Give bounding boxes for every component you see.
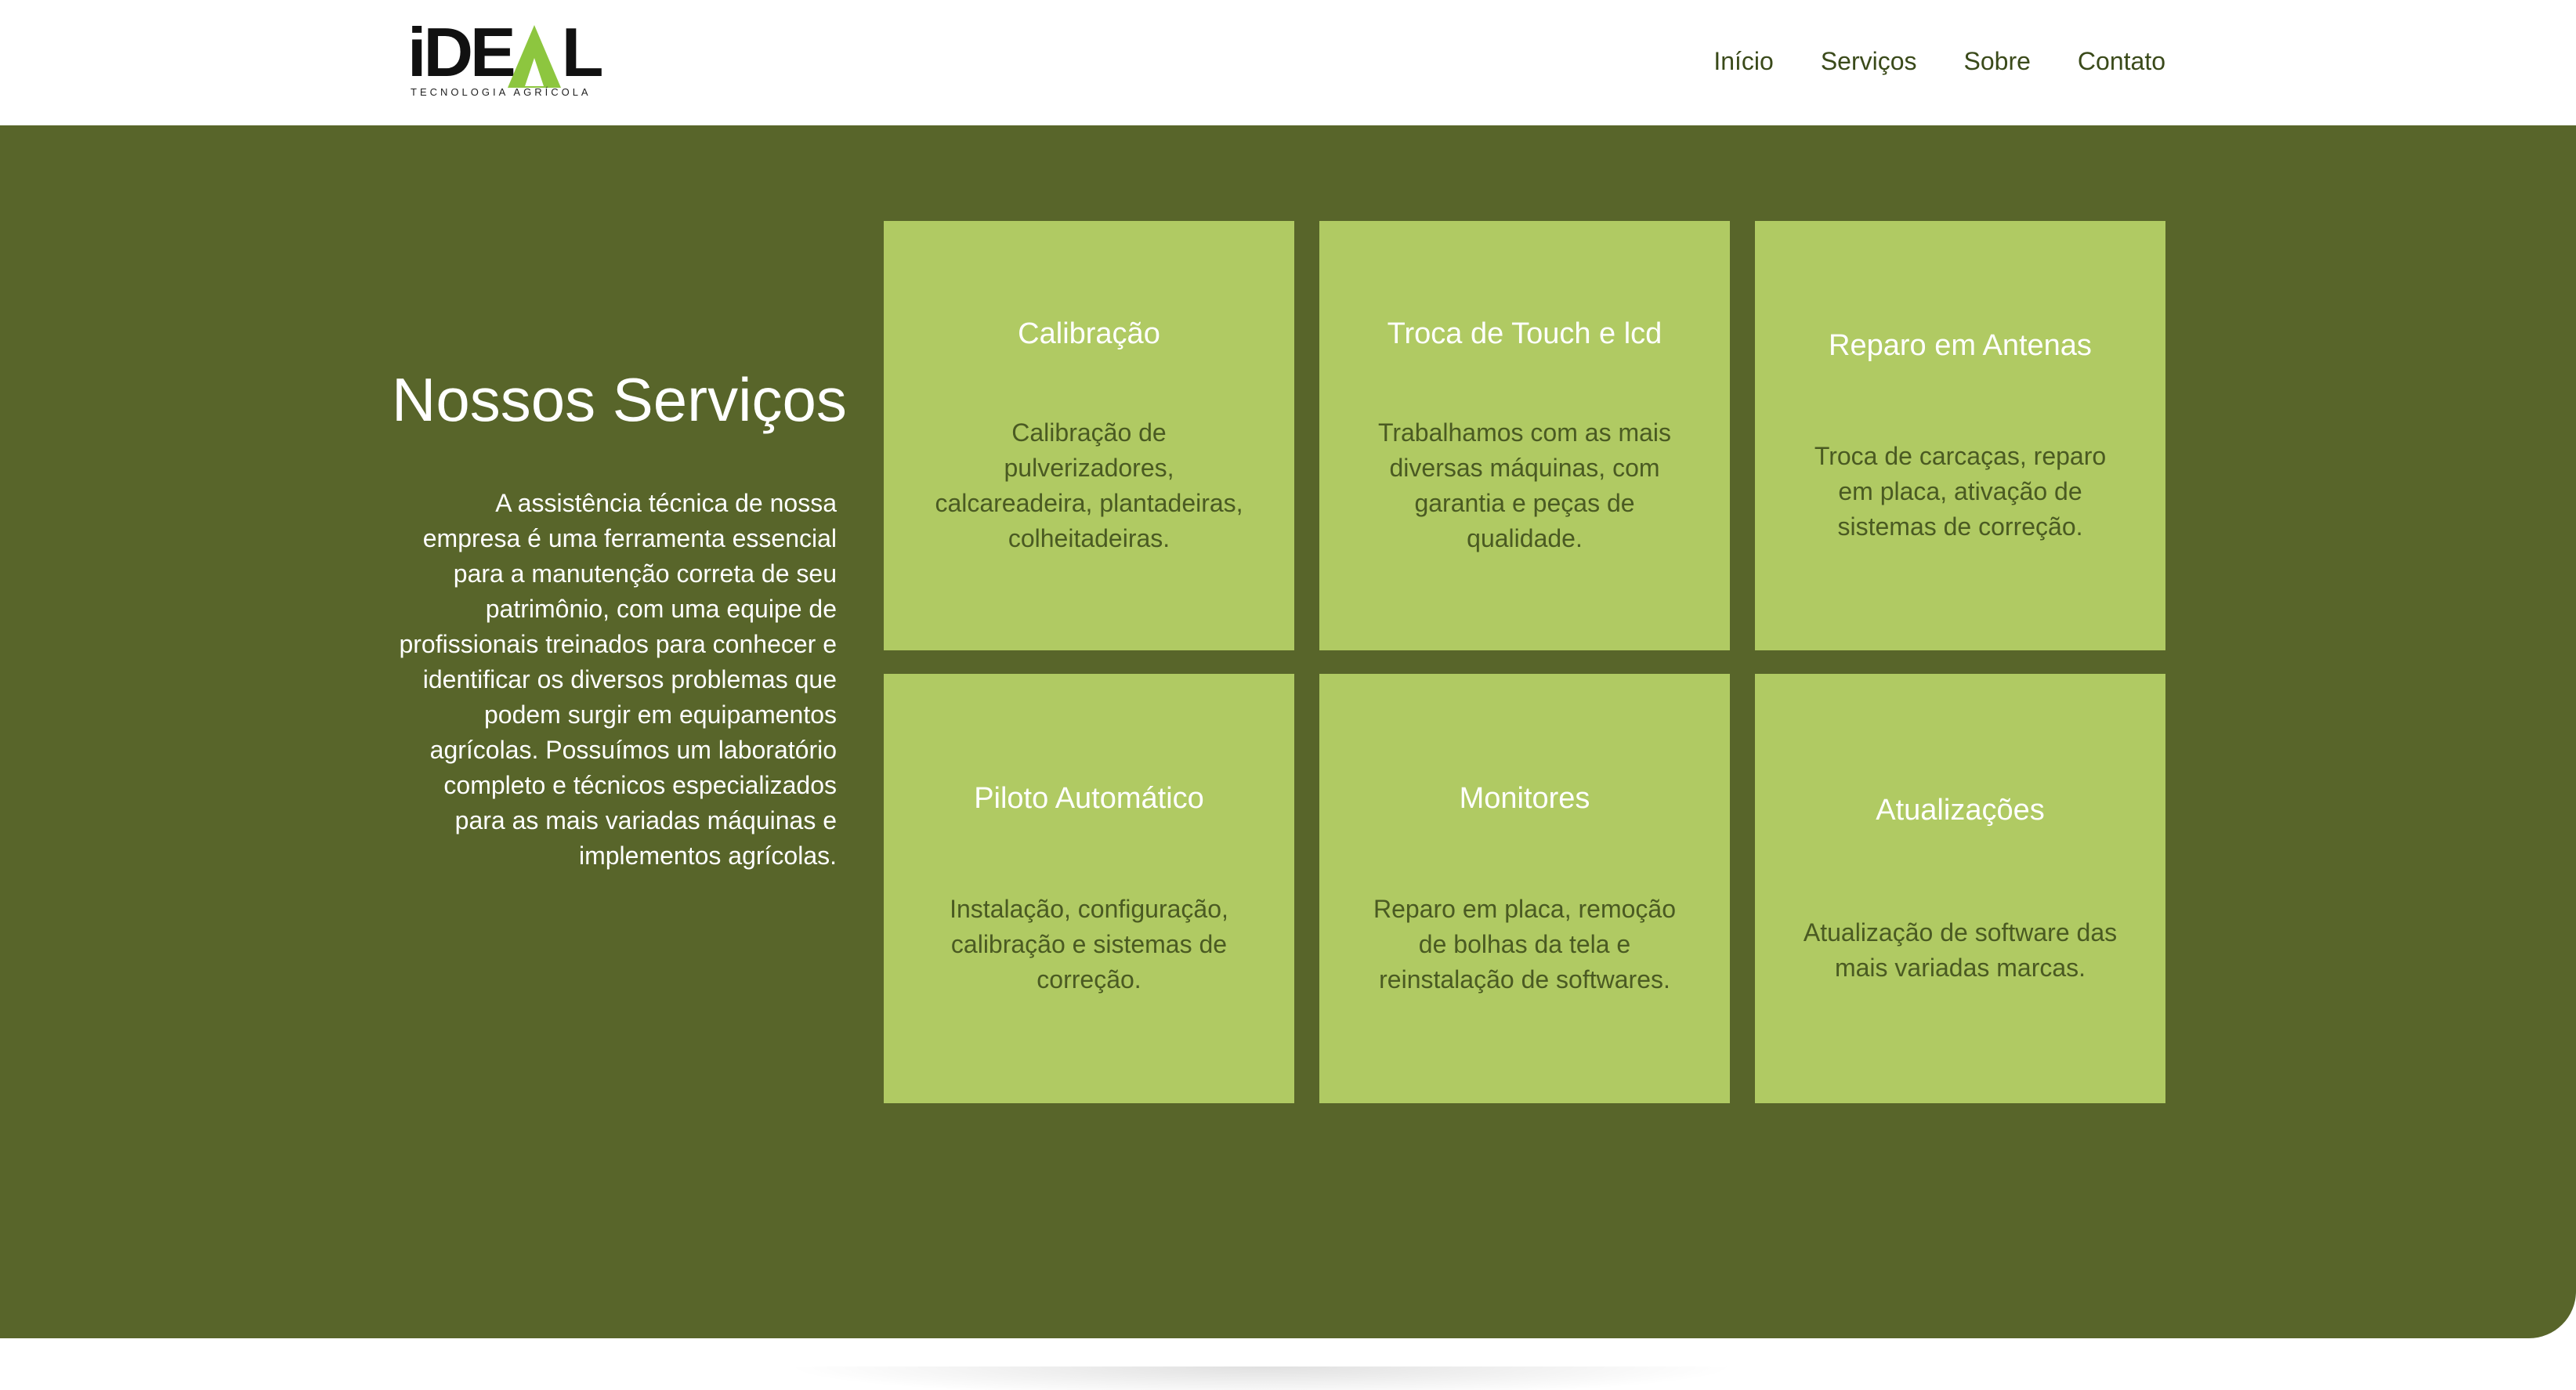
service-card-troca-touch-lcd: Troca de Touch e lcd Trabalhamos com as … bbox=[1319, 221, 1730, 650]
service-card-calibracao: Calibração Calibração de pulverizadores,… bbox=[884, 221, 1294, 650]
service-card-title: Troca de Touch e lcd bbox=[1387, 317, 1662, 350]
services-title: Nossos Serviços bbox=[392, 365, 847, 434]
service-card-title: Piloto Automático bbox=[974, 782, 1204, 815]
logo-subtitle: TECNOLOGIA AGRÍCOLA bbox=[411, 86, 592, 98]
services-grid: Calibração Calibração de pulverizadores,… bbox=[884, 221, 2165, 1103]
logo-wordmark: iDE L bbox=[407, 13, 603, 91]
service-card-title: Monitores bbox=[1459, 782, 1590, 815]
service-card-text: Reparo em placa, remoção de bolhas da te… bbox=[1373, 895, 1676, 994]
service-card-piloto-automatico: Piloto Automático Instalação, configuraç… bbox=[884, 674, 1294, 1103]
next-section-shadow bbox=[783, 1366, 1739, 1390]
nav-inicio[interactable]: Início bbox=[1713, 42, 1773, 80]
service-card-title: Calibração bbox=[1018, 317, 1160, 350]
service-card-monitores: Monitores Reparo em placa, remoção de bo… bbox=[1319, 674, 1730, 1103]
main-nav: Início Serviços Sobre Contato bbox=[1713, 42, 2165, 80]
service-card-text: Troca de carcaças, reparo em placa, ativ… bbox=[1814, 442, 2107, 541]
service-card-text: Calibração de pulverizadores, calcareade… bbox=[935, 418, 1243, 552]
logo[interactable]: iDE L TECNOLOGIA AGRÍCOLA bbox=[407, 18, 603, 102]
logo-triangle-cutout bbox=[525, 58, 544, 86]
services-description: A assistência técnica de nossa empresa é… bbox=[399, 489, 837, 870]
service-card-title: Atualizações bbox=[1876, 794, 2045, 827]
service-card-reparo-antenas: Reparo em Antenas Troca de carcaças, rep… bbox=[1755, 221, 2165, 650]
service-card-text: Atualização de software das mais variada… bbox=[1803, 918, 2118, 982]
nav-contato[interactable]: Contato bbox=[2078, 42, 2165, 80]
service-card-text: Trabalhamos com as mais diversas máquina… bbox=[1377, 418, 1672, 552]
nav-sobre[interactable]: Sobre bbox=[1964, 42, 2031, 80]
service-card-atualizacoes: Atualizações Atualização de software das… bbox=[1755, 674, 2165, 1103]
services-intro: Nossos Serviços A assistência técnica de… bbox=[392, 360, 847, 874]
nav-servicos[interactable]: Serviços bbox=[1821, 42, 1917, 80]
service-card-text: Instalação, configuração, calibração e s… bbox=[950, 895, 1228, 994]
site-header: iDE L TECNOLOGIA AGRÍCOLA Início Serviços… bbox=[0, 0, 2576, 125]
service-card-title: Reparo em Antenas bbox=[1829, 329, 2092, 362]
services-section: Nossos Serviços A assistência técnica de… bbox=[0, 125, 2576, 1338]
